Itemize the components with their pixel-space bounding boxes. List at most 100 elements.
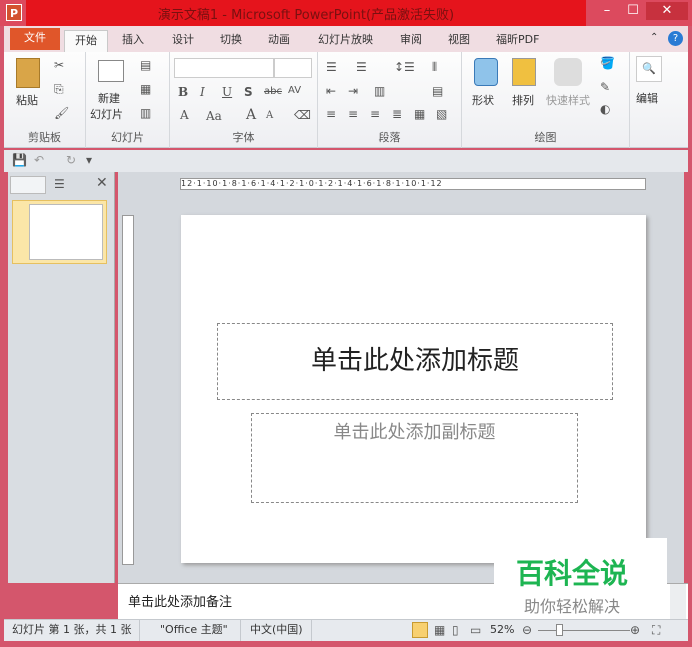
copy-icon[interactable]: ⎘ <box>54 82 64 97</box>
char-spacing-button[interactable]: AV <box>288 85 301 96</box>
paste-button[interactable]: 粘贴 <box>16 92 38 108</box>
bullets-icon[interactable]: ☰ <box>326 60 337 74</box>
close-pane-button[interactable]: ✕ <box>96 175 108 191</box>
strikethrough-button[interactable]: abc <box>264 86 282 97</box>
customize-qat-icon[interactable]: ▾ <box>86 153 92 167</box>
powerpoint-app-icon[interactable]: P <box>6 4 22 21</box>
font-color-button[interactable]: A <box>180 108 189 122</box>
paragraph-group-label: 段落 <box>378 131 401 144</box>
new-slide-label-1[interactable]: 新建 <box>98 90 120 106</box>
zoom-in-button[interactable]: ⊕ <box>630 620 640 640</box>
arrange-icon[interactable] <box>512 58 536 86</box>
quick-access-toolbar: 💾 ↶ ↻ ▾ <box>4 150 688 172</box>
shape-fill-icon[interactable]: 🪣 <box>600 56 615 70</box>
layout-icon[interactable]: ▤ <box>140 58 151 72</box>
zoom-level[interactable]: 52% <box>490 620 514 640</box>
editing-group: 🔍 编辑 <box>630 52 670 148</box>
format-painter-icon[interactable]: 🖌 <box>54 106 69 120</box>
shadow-button[interactable]: S <box>244 85 253 99</box>
collapse-ribbon-icon[interactable]: ⌃ <box>650 32 658 43</box>
tab-view[interactable]: 视图 <box>438 30 480 52</box>
theme-name[interactable]: "Office 主题" <box>148 620 241 641</box>
tab-slideshow[interactable]: 幻灯片放映 <box>308 30 383 52</box>
smartart-icon[interactable]: ▧ <box>436 107 447 121</box>
text-direction-icon[interactable]: ⫴ <box>432 60 437 75</box>
slides-group: 新建 幻灯片 ▤ ▦ ▥ 幻灯片 <box>86 52 170 148</box>
font-size-dropdown[interactable] <box>274 58 312 78</box>
language[interactable]: 中文(中国) <box>242 620 312 641</box>
decrease-indent-icon[interactable]: ⇤ <box>326 84 336 98</box>
title-bar: P 演示文稿1 - Microsoft PowerPoint(产品激活失败) –… <box>0 0 692 26</box>
change-case-button[interactable]: Aa <box>206 109 222 123</box>
help-icon[interactable]: ? <box>668 31 683 46</box>
watermark: 百科全说 助你轻松解决 <box>494 538 667 620</box>
slide-canvas[interactable]: 单击此处添加标题 单击此处添加副标题 <box>181 215 646 563</box>
normal-view-icon[interactable] <box>412 622 428 638</box>
title-placeholder[interactable]: 单击此处添加标题 <box>217 323 613 400</box>
notes-placeholder[interactable]: 单击此处添加备注 <box>128 591 232 610</box>
outline-tab-icon[interactable]: ☰ <box>54 177 65 191</box>
shrink-font-button[interactable]: A <box>266 110 273 121</box>
distribute-icon[interactable]: ▦ <box>414 107 425 121</box>
section-icon[interactable]: ▥ <box>140 106 151 120</box>
align-text-icon[interactable]: ▤ <box>432 84 443 98</box>
undo-icon[interactable]: ↶ <box>34 153 44 167</box>
cut-icon[interactable]: ✂ <box>54 58 64 72</box>
clipboard-group: 粘贴 ✂ ⎘ 🖌 剪贴板 <box>4 52 86 148</box>
slideshow-view-icon[interactable]: ▭ <box>470 620 481 640</box>
maximize-button[interactable]: ☐ <box>620 2 646 20</box>
arrange-button[interactable]: 排列 <box>512 92 534 108</box>
zoom-out-button[interactable]: ⊖ <box>522 620 532 640</box>
tab-transitions[interactable]: 切换 <box>210 30 252 52</box>
increase-indent-icon[interactable]: ⇥ <box>348 84 358 98</box>
quick-styles-icon[interactable] <box>554 58 582 86</box>
paste-icon[interactable] <box>16 58 40 88</box>
find-icon[interactable]: 🔍 <box>636 56 662 82</box>
zoom-slider-thumb[interactable] <box>556 624 563 636</box>
new-slide-label-2[interactable]: 幻灯片 <box>90 106 123 122</box>
shapes-icon[interactable] <box>474 58 498 86</box>
slide-thumbnail[interactable] <box>12 200 107 264</box>
line-spacing-icon[interactable]: ↕☰ <box>394 60 415 74</box>
reading-view-icon[interactable]: ▯ <box>452 620 459 640</box>
clear-format-icon[interactable]: ⌫ <box>294 108 311 122</box>
slides-tab[interactable] <box>10 176 46 194</box>
reset-icon[interactable]: ▦ <box>140 82 151 96</box>
font-name-dropdown[interactable] <box>174 58 274 78</box>
tab-home[interactable]: 开始 <box>64 30 108 52</box>
zoom-slider[interactable] <box>538 630 630 631</box>
shapes-button[interactable]: 形状 <box>472 92 494 108</box>
tab-review[interactable]: 审阅 <box>390 30 432 52</box>
minimize-button[interactable]: – <box>594 2 620 20</box>
tab-design[interactable]: 设计 <box>162 30 204 52</box>
new-slide-icon[interactable] <box>98 60 124 82</box>
columns-icon[interactable]: ▥ <box>374 84 385 98</box>
underline-button[interactable]: U <box>222 85 232 99</box>
slide-info: 幻灯片 第 1 张，共 1 张 <box>4 620 141 641</box>
editing-button[interactable]: 编辑 <box>636 90 658 106</box>
tab-animations[interactable]: 动画 <box>258 30 300 52</box>
tab-foxit-pdf[interactable]: 福昕PDF <box>486 30 549 52</box>
close-button[interactable]: ✕ <box>646 2 688 20</box>
justify-icon[interactable]: ≣ <box>392 107 402 121</box>
subtitle-placeholder[interactable]: 单击此处添加副标题 <box>251 413 578 503</box>
status-bar: 幻灯片 第 1 张，共 1 张 "Office 主题" 中文(中国) ▦ ▯ ▭… <box>4 619 688 641</box>
quick-styles-button[interactable]: 快速样式 <box>546 92 590 108</box>
drawing-group-label: 绘图 <box>534 131 557 144</box>
tab-insert[interactable]: 插入 <box>112 30 154 52</box>
tab-file[interactable]: 文件 <box>10 28 60 50</box>
align-right-icon[interactable]: ≡ <box>370 107 380 121</box>
slide-sorter-icon[interactable]: ▦ <box>434 620 445 640</box>
grow-font-button[interactable]: A <box>246 107 256 123</box>
numbering-icon[interactable]: ☰ <box>356 60 367 74</box>
shape-outline-icon[interactable]: ✎ <box>600 80 610 94</box>
bold-button[interactable]: B <box>178 85 188 99</box>
redo-icon[interactable]: ↻ <box>66 153 76 167</box>
shape-effects-icon[interactable]: ◐ <box>600 102 610 116</box>
align-center-icon[interactable]: ≡ <box>348 107 358 121</box>
save-icon[interactable]: 💾 <box>12 153 27 167</box>
italic-button[interactable]: I <box>200 85 205 99</box>
notes-scrollbar[interactable] <box>670 584 686 620</box>
align-left-icon[interactable]: ≡ <box>326 107 336 121</box>
fit-to-window-icon[interactable]: ⛶ <box>652 620 660 640</box>
